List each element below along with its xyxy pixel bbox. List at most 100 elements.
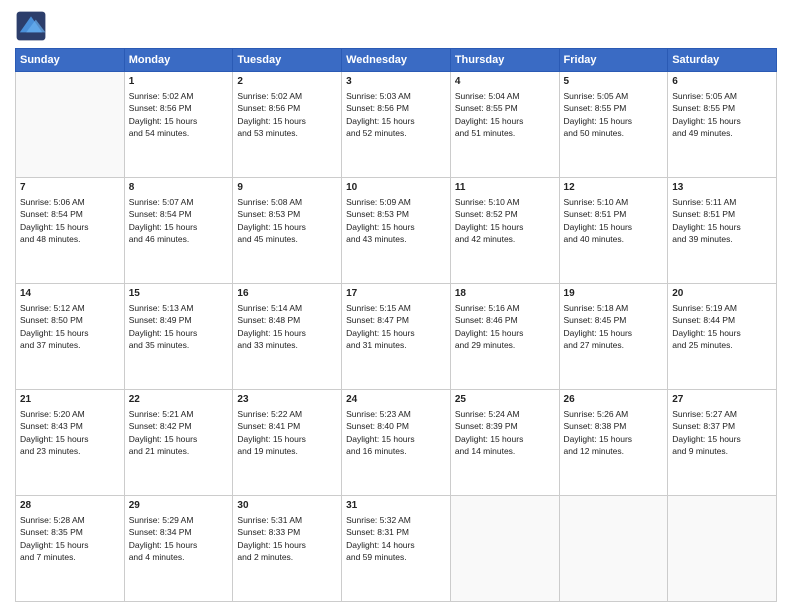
- calendar-week-row: 21Sunrise: 5:20 AM Sunset: 8:43 PM Dayli…: [16, 390, 777, 496]
- calendar-cell: 18Sunrise: 5:16 AM Sunset: 8:46 PM Dayli…: [450, 284, 559, 390]
- weekday-header: Thursday: [450, 49, 559, 72]
- day-info: Sunrise: 5:04 AM Sunset: 8:55 PM Dayligh…: [455, 90, 555, 139]
- day-number: 8: [129, 181, 229, 195]
- day-number: 14: [20, 287, 120, 301]
- calendar-cell: 9Sunrise: 5:08 AM Sunset: 8:53 PM Daylig…: [233, 178, 342, 284]
- calendar-cell: 19Sunrise: 5:18 AM Sunset: 8:45 PM Dayli…: [559, 284, 668, 390]
- day-number: 3: [346, 75, 446, 89]
- calendar-cell: 1Sunrise: 5:02 AM Sunset: 8:56 PM Daylig…: [124, 72, 233, 178]
- day-number: 12: [564, 181, 664, 195]
- calendar-cell: [16, 72, 125, 178]
- day-info: Sunrise: 5:02 AM Sunset: 8:56 PM Dayligh…: [237, 90, 337, 139]
- day-number: 7: [20, 181, 120, 195]
- day-number: 21: [20, 393, 120, 407]
- day-number: 5: [564, 75, 664, 89]
- day-info: Sunrise: 5:07 AM Sunset: 8:54 PM Dayligh…: [129, 196, 229, 245]
- day-number: 16: [237, 287, 337, 301]
- day-info: Sunrise: 5:10 AM Sunset: 8:52 PM Dayligh…: [455, 196, 555, 245]
- day-number: 30: [237, 499, 337, 513]
- day-number: 27: [672, 393, 772, 407]
- day-info: Sunrise: 5:26 AM Sunset: 8:38 PM Dayligh…: [564, 408, 664, 457]
- day-info: Sunrise: 5:27 AM Sunset: 8:37 PM Dayligh…: [672, 408, 772, 457]
- calendar-table: SundayMondayTuesdayWednesdayThursdayFrid…: [15, 48, 777, 602]
- calendar-cell: 26Sunrise: 5:26 AM Sunset: 8:38 PM Dayli…: [559, 390, 668, 496]
- day-info: Sunrise: 5:28 AM Sunset: 8:35 PM Dayligh…: [20, 514, 120, 563]
- page: SundayMondayTuesdayWednesdayThursdayFrid…: [0, 0, 792, 612]
- calendar-cell: 20Sunrise: 5:19 AM Sunset: 8:44 PM Dayli…: [668, 284, 777, 390]
- day-number: 22: [129, 393, 229, 407]
- calendar-cell: [559, 496, 668, 602]
- day-info: Sunrise: 5:14 AM Sunset: 8:48 PM Dayligh…: [237, 302, 337, 351]
- day-number: 29: [129, 499, 229, 513]
- calendar-cell: 11Sunrise: 5:10 AM Sunset: 8:52 PM Dayli…: [450, 178, 559, 284]
- calendar-cell: 4Sunrise: 5:04 AM Sunset: 8:55 PM Daylig…: [450, 72, 559, 178]
- day-number: 2: [237, 75, 337, 89]
- calendar-cell: 5Sunrise: 5:05 AM Sunset: 8:55 PM Daylig…: [559, 72, 668, 178]
- day-number: 10: [346, 181, 446, 195]
- day-info: Sunrise: 5:05 AM Sunset: 8:55 PM Dayligh…: [564, 90, 664, 139]
- calendar-cell: 23Sunrise: 5:22 AM Sunset: 8:41 PM Dayli…: [233, 390, 342, 496]
- day-number: 20: [672, 287, 772, 301]
- calendar-cell: 27Sunrise: 5:27 AM Sunset: 8:37 PM Dayli…: [668, 390, 777, 496]
- day-number: 1: [129, 75, 229, 89]
- day-number: 11: [455, 181, 555, 195]
- day-info: Sunrise: 5:31 AM Sunset: 8:33 PM Dayligh…: [237, 514, 337, 563]
- calendar-week-row: 7Sunrise: 5:06 AM Sunset: 8:54 PM Daylig…: [16, 178, 777, 284]
- day-info: Sunrise: 5:03 AM Sunset: 8:56 PM Dayligh…: [346, 90, 446, 139]
- calendar-week-row: 1 Sunrise: 5:02 AM Sunset: 8:56 PM Daylig…: [16, 72, 777, 178]
- calendar-cell: 28Sunrise: 5:28 AM Sunset: 8:35 PM Dayli…: [16, 496, 125, 602]
- logo: [15, 10, 51, 42]
- calendar-cell: 24Sunrise: 5:23 AM Sunset: 8:40 PM Dayli…: [342, 390, 451, 496]
- weekday-header: Tuesday: [233, 49, 342, 72]
- day-info: Sunrise: 5:16 AM Sunset: 8:46 PM Dayligh…: [455, 302, 555, 351]
- weekday-header: Sunday: [16, 49, 125, 72]
- calendar-header-row: SundayMondayTuesdayWednesdayThursdayFrid…: [16, 49, 777, 72]
- weekday-header: Wednesday: [342, 49, 451, 72]
- day-info: Sunrise: 5:23 AM Sunset: 8:40 PM Dayligh…: [346, 408, 446, 457]
- calendar-cell: 13Sunrise: 5:11 AM Sunset: 8:51 PM Dayli…: [668, 178, 777, 284]
- header: [15, 10, 777, 42]
- day-number: 31: [346, 499, 446, 513]
- day-number: 15: [129, 287, 229, 301]
- day-info: Sunrise: 5:13 AM Sunset: 8:49 PM Dayligh…: [129, 302, 229, 351]
- day-info: Sunrise: 5:22 AM Sunset: 8:41 PM Dayligh…: [237, 408, 337, 457]
- calendar-cell: 15Sunrise: 5:13 AM Sunset: 8:49 PM Dayli…: [124, 284, 233, 390]
- calendar-cell: 22Sunrise: 5:21 AM Sunset: 8:42 PM Dayli…: [124, 390, 233, 496]
- day-number: 17: [346, 287, 446, 301]
- day-info: Sunrise: 5:11 AM Sunset: 8:51 PM Dayligh…: [672, 196, 772, 245]
- calendar-cell: 8Sunrise: 5:07 AM Sunset: 8:54 PM Daylig…: [124, 178, 233, 284]
- calendar-cell: 29Sunrise: 5:29 AM Sunset: 8:34 PM Dayli…: [124, 496, 233, 602]
- day-info: Sunrise: 5:12 AM Sunset: 8:50 PM Dayligh…: [20, 302, 120, 351]
- day-number: 13: [672, 181, 772, 195]
- day-info: Sunrise: 5:24 AM Sunset: 8:39 PM Dayligh…: [455, 408, 555, 457]
- day-info: Sunrise: 5:21 AM Sunset: 8:42 PM Dayligh…: [129, 408, 229, 457]
- calendar-cell: 14Sunrise: 5:12 AM Sunset: 8:50 PM Dayli…: [16, 284, 125, 390]
- day-info: Sunrise: 5:10 AM Sunset: 8:51 PM Dayligh…: [564, 196, 664, 245]
- day-info: Sunrise: 5:05 AM Sunset: 8:55 PM Dayligh…: [672, 90, 772, 139]
- calendar-cell: 16Sunrise: 5:14 AM Sunset: 8:48 PM Dayli…: [233, 284, 342, 390]
- weekday-header: Monday: [124, 49, 233, 72]
- day-number: 24: [346, 393, 446, 407]
- day-info: Sunrise: 5:20 AM Sunset: 8:43 PM Dayligh…: [20, 408, 120, 457]
- calendar-cell: 3Sunrise: 5:03 AM Sunset: 8:56 PM Daylig…: [342, 72, 451, 178]
- day-info: Sunrise: 5:32 AM Sunset: 8:31 PM Dayligh…: [346, 514, 446, 563]
- calendar-cell: [668, 496, 777, 602]
- day-info: Sunrise: 5:18 AM Sunset: 8:45 PM Dayligh…: [564, 302, 664, 351]
- calendar-cell: 12Sunrise: 5:10 AM Sunset: 8:51 PM Dayli…: [559, 178, 668, 284]
- day-number: 4: [455, 75, 555, 89]
- day-number: 25: [455, 393, 555, 407]
- calendar-cell: 31Sunrise: 5:32 AM Sunset: 8:31 PM Dayli…: [342, 496, 451, 602]
- weekday-header: Friday: [559, 49, 668, 72]
- calendar-cell: 6Sunrise: 5:05 AM Sunset: 8:55 PM Daylig…: [668, 72, 777, 178]
- calendar-week-row: 28Sunrise: 5:28 AM Sunset: 8:35 PM Dayli…: [16, 496, 777, 602]
- calendar-week-row: 14Sunrise: 5:12 AM Sunset: 8:50 PM Dayli…: [16, 284, 777, 390]
- day-info: Sunrise: 5:06 AM Sunset: 8:54 PM Dayligh…: [20, 196, 120, 245]
- calendar-cell: 10Sunrise: 5:09 AM Sunset: 8:53 PM Dayli…: [342, 178, 451, 284]
- day-info: Sunrise: 5:29 AM Sunset: 8:34 PM Dayligh…: [129, 514, 229, 563]
- day-info: Sunrise: 5:08 AM Sunset: 8:53 PM Dayligh…: [237, 196, 337, 245]
- day-info: Sunrise: 5:15 AM Sunset: 8:47 PM Dayligh…: [346, 302, 446, 351]
- weekday-header: Saturday: [668, 49, 777, 72]
- calendar-cell: 7Sunrise: 5:06 AM Sunset: 8:54 PM Daylig…: [16, 178, 125, 284]
- calendar-cell: 25Sunrise: 5:24 AM Sunset: 8:39 PM Dayli…: [450, 390, 559, 496]
- day-number: 26: [564, 393, 664, 407]
